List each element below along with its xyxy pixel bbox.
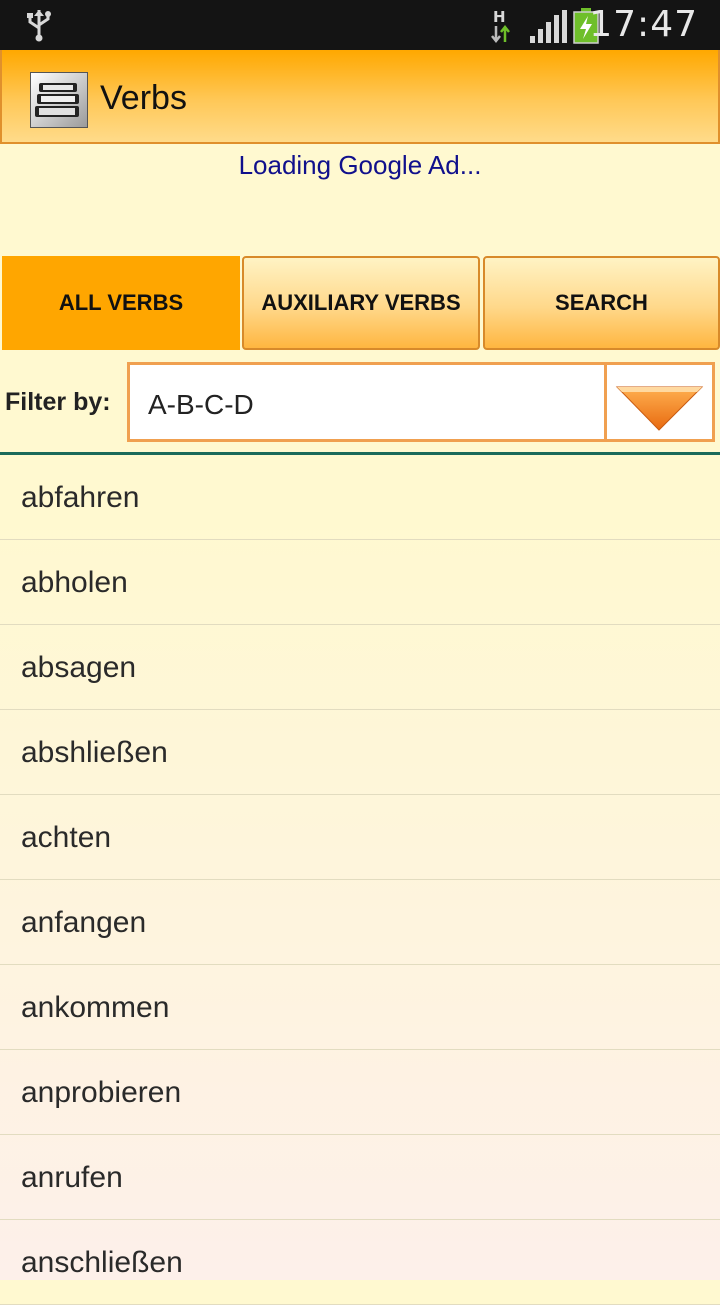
ad-banner-text[interactable]: Loading Google Ad... (0, 150, 720, 181)
verb-label: abfahren (21, 481, 140, 514)
app-title: Verbs (100, 79, 187, 117)
list-item[interactable]: abfahren (0, 455, 720, 540)
clock-time: 17:47 (589, 4, 698, 45)
filter-dropdown[interactable]: A-B-C-D (127, 362, 715, 442)
list-item[interactable]: anprobieren (0, 1050, 720, 1135)
dropdown-arrow-icon (615, 386, 704, 431)
network-h-icon: H (491, 8, 510, 44)
verb-label: ankommen (21, 991, 170, 1024)
svg-text:H: H (493, 8, 506, 26)
verb-label: anrufen (21, 1161, 123, 1194)
list-item[interactable]: anfangen (0, 880, 720, 965)
verb-label: abshließen (21, 736, 168, 769)
action-bar: Verbs (0, 50, 720, 144)
verb-label: achten (21, 821, 112, 854)
verb-label: absagen (21, 651, 137, 684)
list-item[interactable]: abholen (0, 540, 720, 625)
list-item[interactable]: anrufen (0, 1135, 720, 1220)
verb-label: anfangen (21, 906, 147, 939)
list-item[interactable]: absagen (0, 625, 720, 710)
list-item[interactable]: achten (0, 795, 720, 880)
verb-label: anprobieren (21, 1076, 182, 1109)
usb-icon (27, 10, 51, 42)
verb-list: abfahren abholen absagen abshließen acht… (0, 455, 720, 1305)
list-item[interactable]: ankommen (0, 965, 720, 1050)
verb-label: abholen (21, 566, 128, 599)
filter-label: Filter by: (5, 388, 111, 416)
tab-auxiliary-verbs[interactable]: AUXILIARY VERBS (242, 256, 480, 350)
list-item[interactable]: abshließen (0, 710, 720, 795)
verb-label: anschließen (21, 1246, 183, 1279)
books-icon (30, 72, 88, 128)
signal-icon (530, 10, 567, 43)
list-item[interactable]: anschließen (0, 1220, 720, 1305)
tab-search[interactable]: SEARCH (483, 256, 720, 350)
status-bar: H 17:47 (0, 0, 720, 50)
tab-label: ALL VERBS (58, 290, 184, 315)
dropdown-arrow-button[interactable] (604, 365, 712, 439)
filter-selected-value: A-B-C-D (148, 389, 254, 420)
tab-all-verbs[interactable]: ALL VERBS (2, 256, 240, 350)
tab-label: SEARCH (555, 290, 648, 315)
tab-label: AUXILIARY VERBS (261, 290, 461, 315)
